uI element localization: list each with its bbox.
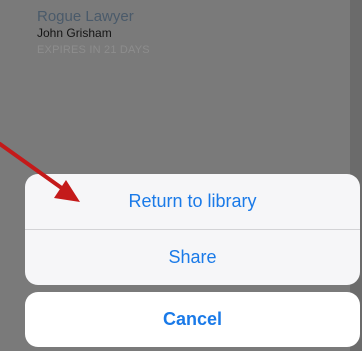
cancel-button[interactable]: Cancel	[25, 292, 360, 347]
share-button[interactable]: Share	[25, 230, 360, 285]
return-to-library-button[interactable]: Return to library	[25, 174, 360, 229]
book-title: Rogue Lawyer	[37, 8, 134, 25]
book-author: John Grisham	[37, 26, 112, 40]
book-info: Rogue Lawyer John Grisham EXPIRES IN 21 …	[37, 8, 150, 57]
action-sheet: Return to library Share	[25, 174, 360, 285]
book-expiry: EXPIRES IN 21 DAYS	[37, 44, 150, 56]
